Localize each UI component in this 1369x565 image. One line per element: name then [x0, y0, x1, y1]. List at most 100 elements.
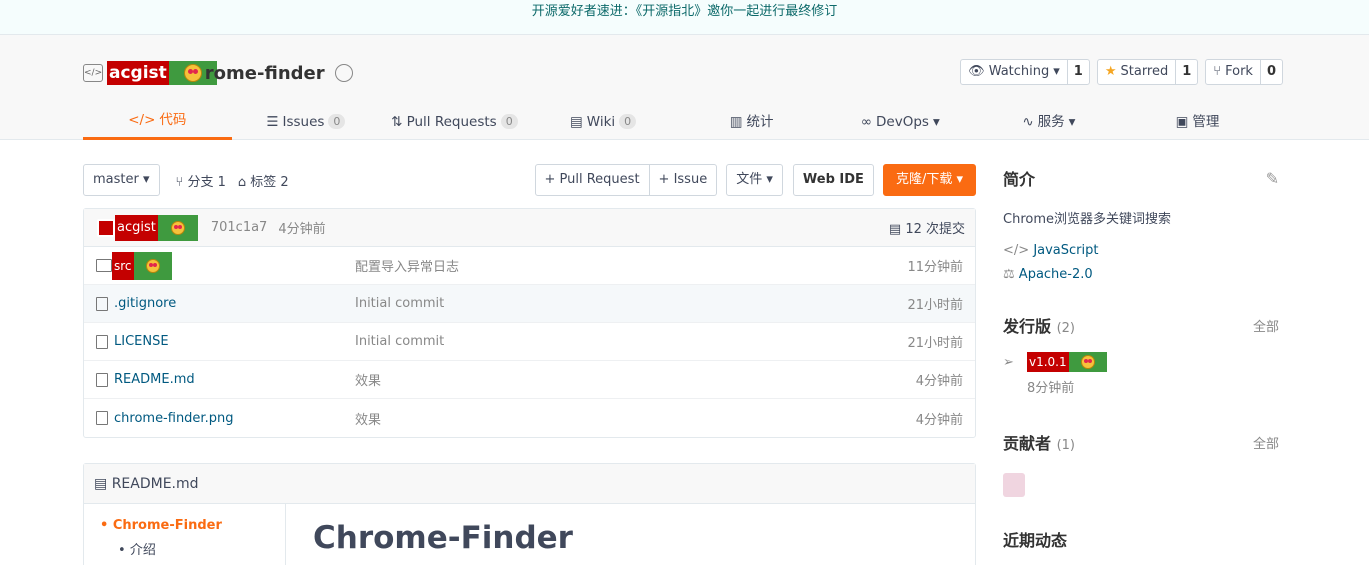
file-icon: ▤ [94, 476, 108, 492]
send-icon: ➢ [1003, 354, 1014, 370]
commit-message[interactable]: 效果 [355, 409, 916, 428]
file-time: 11分钟前 [907, 260, 963, 275]
license-row: ⚖ Apache-2.0 [1003, 267, 1279, 282]
file-name[interactable]: .gitignore [114, 296, 176, 311]
caret-down-icon: ▾ [932, 113, 940, 130]
code-repo-icon: </> [83, 64, 103, 82]
tab-label: DevOps [876, 113, 929, 130]
heart-eyes-emoji-icon [1080, 355, 1095, 369]
releases-count: (2) [1056, 321, 1076, 336]
star-button[interactable]: ★ Starred 1 [1096, 59, 1199, 85]
releases-all-link[interactable]: 全部 [1253, 316, 1279, 335]
commit-hash[interactable]: 701c1a7 [211, 220, 267, 235]
branches-link[interactable]: ⑂ 分支 1 [176, 171, 226, 190]
caret-down-icon: ▾ [1053, 64, 1060, 79]
top-banner[interactable]: 开源爱好者速进：《开源指北》邀你一起进行最终修订 [0, 0, 1369, 35]
releases-section-title: 发行版 (2) 全部 [1003, 313, 1279, 337]
file-name[interactable]: README.md [114, 372, 195, 387]
bar-chart-icon: ▥ [729, 113, 743, 130]
intro-section-title: 简介 ✎ [1003, 166, 1279, 190]
repo-tabs: </> 代码 ☰ Issues 0 ⇅ Pull Requests 0 ▤ Wiki 0 ▥ 统… [83, 103, 1283, 140]
contributors-count: (1) [1056, 438, 1076, 453]
file-icon [96, 372, 108, 387]
owner-link[interactable]: acgist [107, 61, 169, 85]
star-count[interactable]: 1 [1175, 60, 1197, 84]
table-row[interactable]: README.md 效果 4分钟前 [84, 361, 975, 399]
infinity-icon: ∞ [860, 113, 873, 130]
new-pull-request-button[interactable]: + Pull Request [534, 164, 650, 196]
table-row[interactable]: LICENSE Initial commit 21小时前 [84, 323, 975, 361]
table-row[interactable]: .gitignore Initial commit 21小时前 [84, 285, 975, 323]
web-ide-button[interactable]: Web IDE [792, 164, 874, 196]
toc-item[interactable]: • 介绍 [100, 539, 285, 558]
avatar[interactable] [1003, 473, 1025, 497]
tab-issues[interactable]: ☰ Issues 0 [232, 103, 381, 140]
recommend-badge-icon[interactable] [334, 64, 353, 82]
file-name[interactable]: chrome-finder.png [114, 411, 233, 426]
new-issue-button[interactable]: + Issue [649, 164, 718, 196]
watch-button[interactable]: 👁 Watching ▾ 1 [960, 59, 1090, 85]
caret-down-icon: ▾ [142, 172, 150, 187]
emoji-badge [157, 214, 198, 241]
repo-name-link[interactable]: rome-finder [205, 63, 325, 84]
banner-text[interactable]: 开源爱好者速进：《开源指北》邀你一起进行最终修订 [532, 4, 838, 19]
readme-panel: ▤ README.md • Chrome-Finder • 介绍 Chrome-… [83, 463, 976, 565]
watch-label: Watching [988, 64, 1050, 79]
tags-link[interactable]: ⌂ 标签 2 [238, 171, 289, 190]
contributors-title: 贡献者 [1003, 434, 1052, 453]
file-menu-button[interactable]: 文件 ▾ [726, 164, 783, 196]
readme-filename: README.md [111, 476, 199, 492]
tab-wiki[interactable]: ▤ Wiki 0 [529, 103, 678, 140]
tab-devops[interactable]: ∞ DevOps ▾ [826, 103, 975, 140]
toc-label: 介绍 [129, 543, 156, 558]
tab-services[interactable]: ∿ 服务 ▾ [975, 103, 1124, 140]
repo-actions: 👁 Watching ▾ 1 ★ Starred 1 ⑂ Fork 0 [960, 59, 1283, 85]
file-name[interactable]: src [112, 251, 134, 280]
tab-code[interactable]: </> 代码 [83, 103, 232, 140]
tab-manage[interactable]: ▣ 管理 [1123, 103, 1272, 140]
tab-stats[interactable]: ▥ 统计 [677, 103, 826, 140]
fork-count[interactable]: 0 [1259, 60, 1282, 84]
branch-name: master [93, 172, 139, 187]
language-link[interactable]: JavaScript [1033, 243, 1098, 258]
commit-message[interactable]: Initial commit [355, 334, 907, 349]
commit-author[interactable]: acgist [115, 214, 158, 241]
toc-item[interactable]: • Chrome-Finder [100, 518, 285, 533]
branch-select[interactable]: master ▾ [83, 164, 160, 196]
table-row[interactable]: chrome-finder.png 效果 4分钟前 [84, 399, 975, 437]
file-name[interactable]: LICENSE [114, 334, 169, 349]
commit-message[interactable]: 配置导入异常日志 [355, 256, 907, 275]
branches-label: 分支 1 [187, 174, 226, 190]
settings-doc-icon: ▣ [1175, 113, 1189, 130]
fork-button[interactable]: ⑂ Fork 0 [1205, 59, 1283, 85]
table-row[interactable]: src 配置导入异常日志 11分钟前 [84, 247, 975, 285]
avatar[interactable] [97, 218, 115, 237]
tab-label: 服务 [1037, 113, 1065, 130]
emoji-badge [133, 251, 172, 280]
sidebar: 简介 ✎ Chrome浏览器多关键词搜索 </> JavaScript ⚖ Apa… [1003, 166, 1279, 551]
clone-download-button[interactable]: 克隆/下载 ▾ [882, 164, 976, 196]
scale-icon: ⚖ [1003, 267, 1015, 282]
commit-message[interactable]: 效果 [355, 370, 916, 389]
watch-count[interactable]: 1 [1066, 60, 1089, 84]
tab-count: 0 [500, 114, 518, 129]
release-tag[interactable]: v1.0.1 [1027, 352, 1069, 372]
readme-heading: Chrome-Finder [313, 520, 573, 556]
branch-tag-info: ⑂ 分支 1 ⌂ 标签 2 [176, 171, 289, 190]
heart-eyes-emoji-icon [170, 220, 185, 235]
tab-pull-requests[interactable]: ⇅ Pull Requests 0 [380, 103, 529, 140]
tab-label: 统计 [746, 113, 774, 130]
language-row: </> JavaScript [1003, 243, 1279, 258]
license-link[interactable]: Apache-2.0 [1019, 267, 1093, 282]
pulse-icon: ∿ [1022, 113, 1034, 130]
clone-label: 克隆/下载 [895, 172, 953, 187]
commit-message[interactable]: Initial commit [355, 296, 907, 311]
emoji-badge [1068, 352, 1107, 372]
edit-icon[interactable]: ✎ [1266, 169, 1279, 188]
commit-count-link[interactable]: ▤ 12 次提交 [889, 218, 965, 237]
tab-label: 代码 [159, 112, 187, 128]
heart-eyes-emoji-icon [145, 258, 160, 273]
activity-title: 近期动态 [1003, 531, 1068, 550]
toc-label: Chrome-Finder [112, 518, 222, 533]
contributors-all-link[interactable]: 全部 [1253, 433, 1279, 452]
